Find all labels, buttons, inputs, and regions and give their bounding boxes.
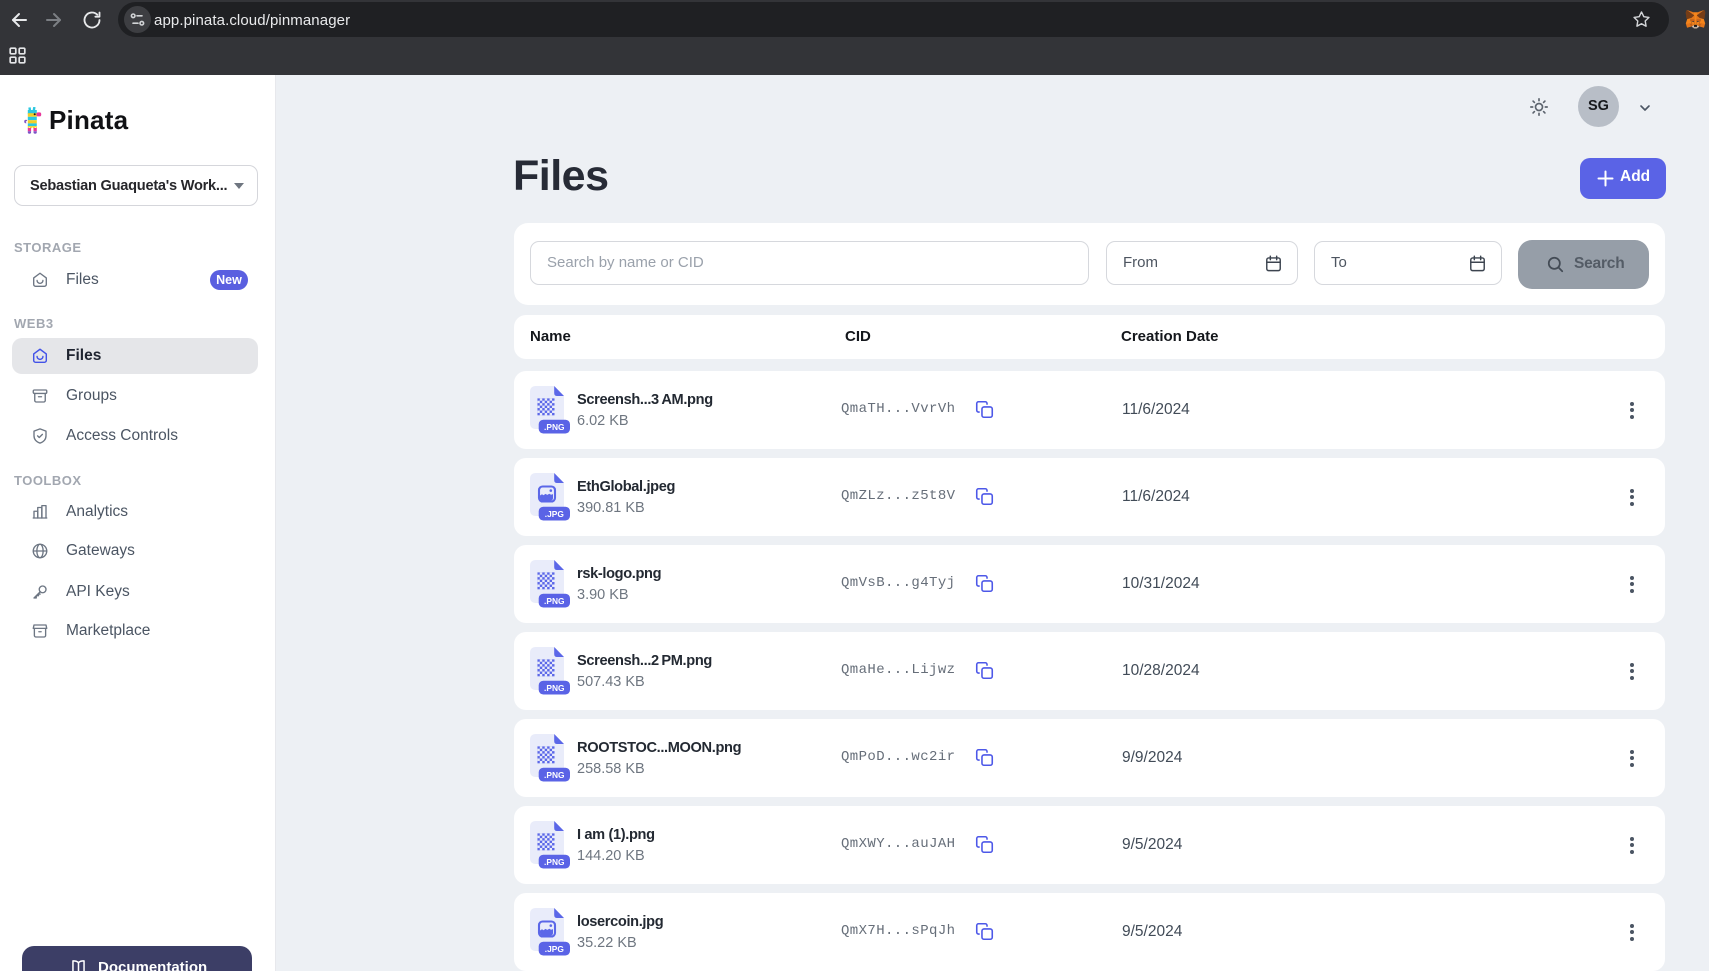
svg-text:.PNG: .PNG <box>544 422 564 432</box>
svg-text:.PNG: .PNG <box>544 683 564 693</box>
svg-text:.PNG: .PNG <box>544 857 564 867</box>
svg-text:.PNG: .PNG <box>544 770 564 780</box>
svg-text:.JPG: .JPG <box>545 944 564 954</box>
svg-text:.JPG: .JPG <box>545 509 564 519</box>
svg-text:.PNG: .PNG <box>544 596 564 606</box>
